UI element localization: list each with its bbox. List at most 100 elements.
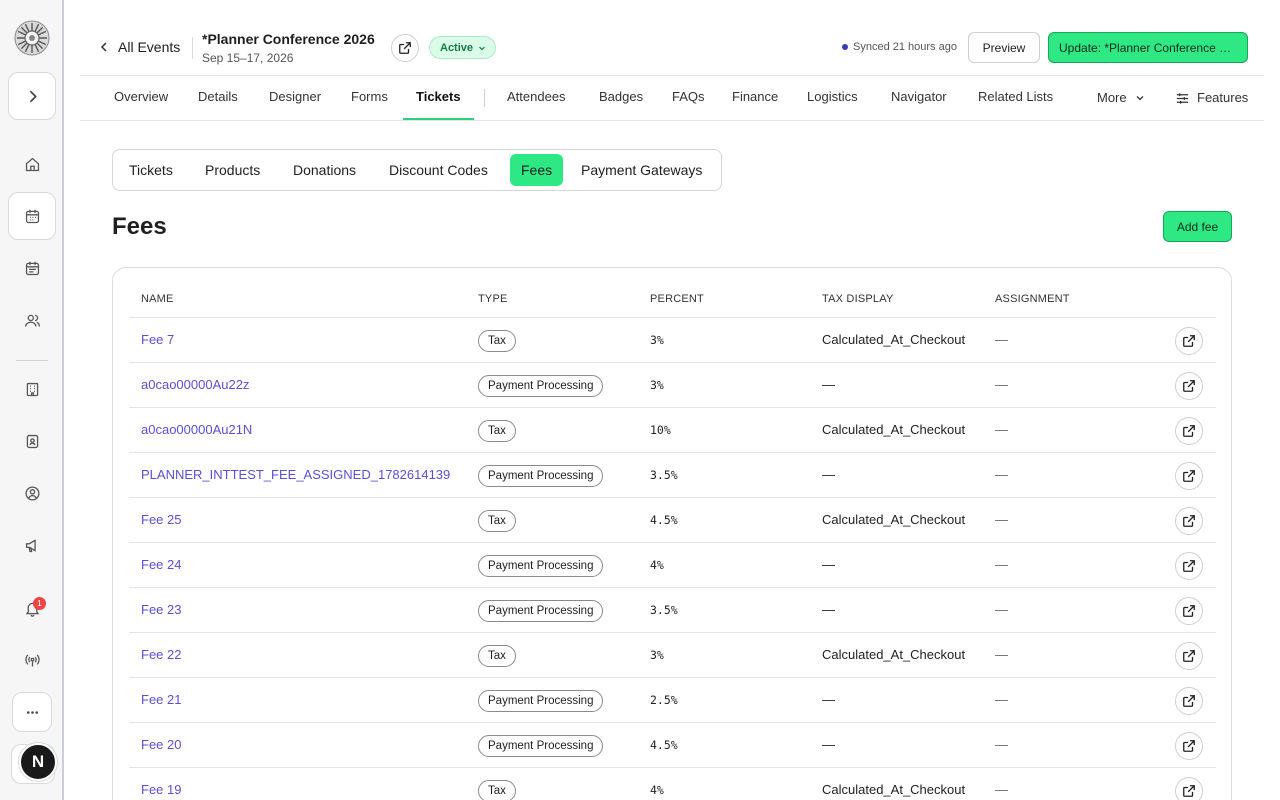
external-link-icon	[1183, 650, 1195, 662]
fee-assignment: —	[995, 557, 1008, 572]
chevron-right-icon	[29, 90, 37, 102]
add-fee-button[interactable]: Add fee	[1163, 211, 1232, 242]
tab-details[interactable]: Details	[198, 76, 238, 120]
tab-related-lists[interactable]: Related Lists	[978, 76, 1053, 120]
column-header-name[interactable]: NAME	[141, 293, 174, 305]
fee-tax-display: —	[822, 737, 835, 752]
sidebar: 1 N	[0, 0, 64, 800]
events-nav-button[interactable]	[8, 192, 56, 240]
fee-percent: 10%	[650, 423, 671, 437]
tab-attendees[interactable]: Attendees	[507, 76, 566, 120]
more-tabs-dropdown[interactable]: More	[1097, 76, 1145, 120]
subtab-discount-codes[interactable]: Discount Codes	[378, 154, 499, 186]
fee-type-badge: Payment Processing	[478, 465, 604, 487]
fee-assignment: —	[995, 737, 1008, 752]
fee-name-link[interactable]: Fee 21	[141, 678, 471, 722]
fee-name-link[interactable]: a0cao00000Au21N	[141, 408, 471, 452]
fee-name-link[interactable]: Fee 20	[141, 723, 471, 767]
open-fee-button[interactable]	[1175, 327, 1203, 355]
fee-name-link[interactable]: Fee 24	[141, 543, 471, 587]
fee-type-badge: Tax	[478, 330, 516, 352]
expand-sidebar-button[interactable]	[8, 72, 56, 120]
fee-assignment: —	[995, 422, 1008, 437]
subtab-donations[interactable]: Donations	[282, 154, 367, 186]
open-fee-button[interactable]	[1175, 597, 1203, 625]
subtab-tickets[interactable]: Tickets	[118, 154, 184, 186]
table-row: Fee 22 Tax 3% Calculated_At_Checkout —	[129, 633, 1216, 678]
fee-assignment: —	[995, 602, 1008, 617]
main-content: All Events *Planner Conference 2026 Sep …	[80, 20, 1264, 800]
fee-name-link[interactable]: Fee 23	[141, 588, 471, 632]
tab-tickets[interactable]: Tickets	[403, 76, 474, 120]
fee-name-link[interactable]: Fee 19	[141, 768, 471, 800]
megaphone-icon[interactable]	[22, 535, 42, 555]
building-icon[interactable]	[22, 379, 42, 399]
tab-forms[interactable]: Forms	[351, 76, 388, 120]
table-row: Fee 25 Tax 4.5% Calculated_At_Checkout —	[129, 498, 1216, 543]
tab-designer[interactable]: Designer	[269, 76, 321, 120]
tab-navigator[interactable]: Navigator	[891, 76, 947, 120]
preview-button[interactable]: Preview	[968, 32, 1040, 63]
more-label: More	[1097, 90, 1127, 105]
subtab-payment-gateways[interactable]: Payment Gateways	[570, 154, 713, 186]
fee-name-link[interactable]: a0cao00000Au22z	[141, 363, 471, 407]
fee-name-link[interactable]: Fee 22	[141, 633, 471, 677]
tab-faqs[interactable]: FAQs	[672, 76, 705, 120]
fee-assignment: —	[995, 692, 1008, 707]
fee-name-link[interactable]: Fee 7	[141, 318, 471, 362]
table-row: Fee 19 Tax 4% Calculated_At_Checkout —	[129, 768, 1216, 800]
table-row: Fee 24 Payment Processing 4% — —	[129, 543, 1216, 588]
more-apps-button[interactable]	[12, 692, 52, 732]
fee-name-link[interactable]: PLANNER_INTTEST_FEE_ASSIGNED_1782614139	[141, 453, 471, 497]
status-dropdown[interactable]: Active	[429, 36, 497, 59]
open-fee-button[interactable]	[1175, 552, 1203, 580]
avatar[interactable]: N	[19, 743, 57, 781]
fee-assignment: —	[995, 467, 1008, 482]
users-icon[interactable]	[22, 310, 42, 330]
open-fee-button[interactable]	[1175, 777, 1203, 800]
fee-tax-display: Calculated_At_Checkout	[822, 512, 966, 527]
column-header-type[interactable]: TYPE	[478, 293, 508, 305]
column-header-percent[interactable]: PERCENT	[650, 293, 704, 305]
fee-type-badge: Tax	[478, 420, 516, 442]
tab-badges[interactable]: Badges	[599, 76, 643, 120]
back-to-events-link[interactable]: All Events	[98, 39, 180, 55]
fee-tax-display: Calculated_At_Checkout	[822, 422, 966, 437]
logo-icon[interactable]	[14, 20, 50, 56]
tab-logistics[interactable]: Logistics	[807, 76, 858, 120]
features-label: Features	[1197, 90, 1249, 105]
column-header-tax-display[interactable]: TAX DISPLAY	[822, 293, 893, 305]
external-link-icon	[1183, 335, 1195, 347]
subtab-fees[interactable]: Fees	[510, 154, 564, 186]
user-circle-icon[interactable]	[22, 483, 42, 503]
tab-overview[interactable]: Overview	[114, 76, 168, 120]
open-fee-button[interactable]	[1175, 372, 1203, 400]
calendar-list-icon[interactable]	[22, 258, 42, 278]
open-fee-button[interactable]	[1175, 687, 1203, 715]
subtab-products[interactable]: Products	[194, 154, 271, 186]
open-fee-button[interactable]	[1175, 507, 1203, 535]
home-icon[interactable]	[22, 154, 42, 174]
fee-name-link[interactable]: Fee 25	[141, 498, 471, 542]
update-button[interactable]: Update: *Planner Conference 2026	[1048, 32, 1248, 63]
column-header-assignment[interactable]: ASSIGNMENT	[995, 293, 1070, 305]
fee-assignment: —	[995, 782, 1008, 797]
sidebar-divider	[16, 360, 48, 361]
open-fee-button[interactable]	[1175, 417, 1203, 445]
more-icon	[26, 710, 38, 714]
event-nav: Overview Details Designer Forms Tickets …	[80, 76, 1264, 121]
open-fee-button[interactable]	[1175, 642, 1203, 670]
nav-divider	[484, 89, 485, 107]
table-row: a0cao00000Au22z Payment Processing 3% — —	[129, 363, 1216, 408]
features-button[interactable]: Features	[1175, 76, 1248, 120]
tab-finance[interactable]: Finance	[732, 76, 778, 120]
fee-percent: 3%	[650, 378, 664, 392]
table-row: Fee 21 Payment Processing 2.5% — —	[129, 678, 1216, 723]
fee-type-badge: Payment Processing	[478, 690, 604, 712]
broadcast-icon[interactable]	[22, 650, 42, 670]
open-event-button[interactable]	[391, 34, 419, 62]
fee-percent: 3%	[650, 648, 664, 662]
badge-icon[interactable]	[22, 431, 42, 451]
open-fee-button[interactable]	[1175, 462, 1203, 490]
open-fee-button[interactable]	[1175, 732, 1203, 760]
